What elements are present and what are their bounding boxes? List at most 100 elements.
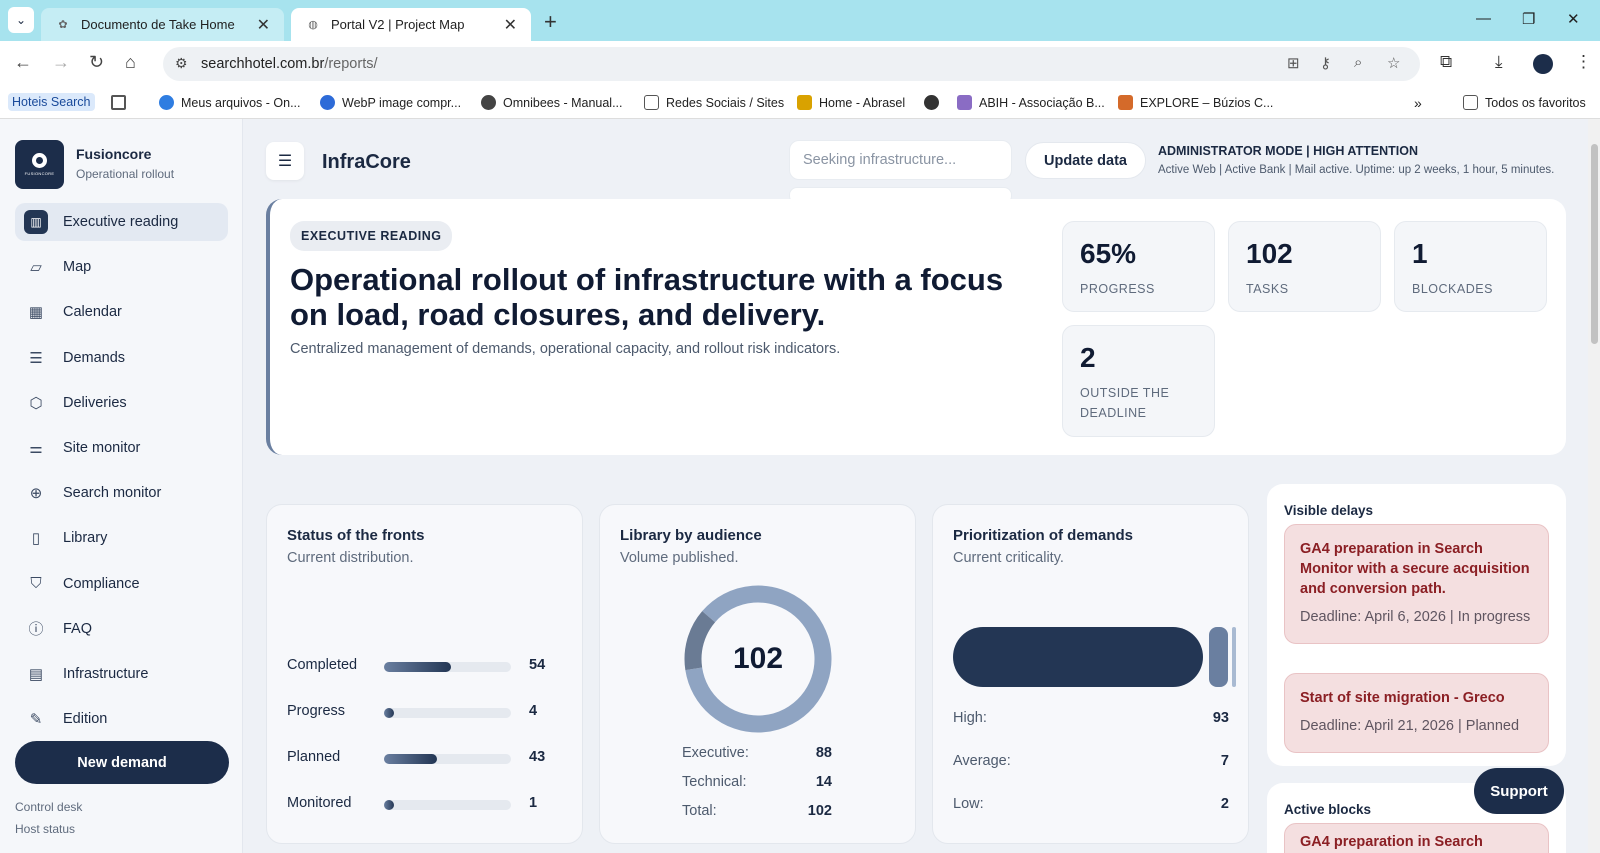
host-status-label: Host status xyxy=(15,822,76,836)
globe-icon[interactable] xyxy=(924,95,946,110)
new-tab-icon[interactable]: + xyxy=(544,9,557,35)
close-tab-icon[interactable]: ✕ xyxy=(257,15,270,35)
admin-mode-label: ADMINISTRATOR MODE | HIGH ATTENTION xyxy=(1158,144,1418,158)
search-plus-icon: ⊕ xyxy=(29,485,43,503)
audience-row: Executive: 88 xyxy=(682,745,832,761)
minimize-icon[interactable]: — xyxy=(1476,10,1491,27)
sidebar-item-edition[interactable]: ✎ Edition xyxy=(15,700,228,738)
app-title: InfraCore xyxy=(322,151,411,173)
card-title: Library by audience xyxy=(620,527,762,544)
all-bookmarks-folder[interactable]: Todos os favoritos xyxy=(1463,95,1586,110)
delay-item[interactable]: Start of site migration - Greco Deadline… xyxy=(1284,673,1549,753)
extensions-icon[interactable]: ⧉ xyxy=(1440,52,1452,72)
support-button[interactable]: Support xyxy=(1474,768,1564,814)
sidebar-item-search-monitor[interactable]: ⊕ Search monitor xyxy=(15,474,228,512)
browser-tab-1[interactable]: ✿ Documento de Take Home ✕ xyxy=(41,8,284,41)
sidebar-menu: ▥ Executive reading ▱ Map ▦ Calendar ☰ Deman… xyxy=(15,203,228,745)
site-info-icon[interactable]: ⚙ xyxy=(175,55,188,72)
browser-toolbar: ← → ↻ ⌂ ⚙ searchhotel.com.br/reports/ ⊞ … xyxy=(0,41,1600,88)
delay-item[interactable]: GA4 preparation in Search Monitor with a… xyxy=(1284,524,1549,644)
page-scrollbar[interactable] xyxy=(1588,119,1600,853)
openai-icon: ✿ xyxy=(58,19,68,31)
bookmark-item[interactable]: Meus arquivos - On... xyxy=(159,95,301,110)
sidebar-item-faq[interactable]: ⓘ FAQ xyxy=(15,610,228,648)
restore-icon[interactable]: ❐ xyxy=(1522,10,1535,28)
search-input[interactable]: Seeking infrastructure... xyxy=(789,140,1012,180)
close-tab-icon[interactable]: ✕ xyxy=(504,15,517,35)
download-icon[interactable]: ⤓ xyxy=(1495,52,1503,72)
kpi-blockades: 1 BLOCKADES xyxy=(1394,221,1547,312)
key-icon[interactable]: ⚷ xyxy=(1320,54,1331,72)
sidebar-item-deliveries[interactable]: ⬡ Deliveries xyxy=(15,384,228,422)
hamburger-menu-icon[interactable]: ☰ xyxy=(266,142,304,180)
brand: FUSIONCORE Fusioncore Operational rollou… xyxy=(15,140,174,189)
brand-subtitle: Operational rollout xyxy=(76,167,175,181)
priority-row: Low: 2 xyxy=(953,796,1229,812)
sidebar-item-site-monitor[interactable]: ⚌ Site monitor xyxy=(15,429,228,467)
executive-hero-card: EXECUTIVE READING Operational rollout of… xyxy=(266,199,1566,455)
progress-fill xyxy=(384,662,452,672)
browser-tab-2[interactable]: ◍ Portal V2 | Project Map ✕ xyxy=(291,8,531,41)
server-icon: ▤ xyxy=(28,665,44,683)
hero-subtitle: Centralized management of demands, opera… xyxy=(290,341,841,357)
priority-row: High: 93 xyxy=(953,710,1229,726)
bookmark-item[interactable]: EXPLORE – Búzios C... xyxy=(1118,95,1273,110)
bookmark-item[interactable]: Omnibees - Manual... xyxy=(481,95,623,110)
sidebar-item-demands[interactable]: ☰ Demands xyxy=(15,339,228,377)
home-icon[interactable]: ⌂ xyxy=(125,52,136,73)
priority-row: Average: 7 xyxy=(953,753,1229,769)
forward-icon[interactable]: → xyxy=(52,52,70,73)
reload-icon[interactable]: ↻ xyxy=(89,52,104,73)
update-data-button[interactable]: Update data xyxy=(1025,142,1146,179)
front-row: Monitored 1 xyxy=(287,795,538,811)
audience-row: Total: 102 xyxy=(682,803,832,819)
bookmark-item[interactable]: Hoteis Search xyxy=(8,93,95,111)
bookmark-item[interactable]: WebP image compr... xyxy=(320,95,461,110)
bookmark-folder[interactable]: Redes Sociais / Sites xyxy=(644,95,784,110)
bookmarks-bar: Hoteis Search Meus arquivos - On... WebP… xyxy=(0,88,1600,119)
new-demand-button[interactable]: New demand xyxy=(15,741,229,784)
sidebar-item-infrastructure[interactable]: ▤ Infrastructure xyxy=(15,655,228,693)
pen-icon: ✎ xyxy=(29,711,43,729)
back-icon[interactable]: ← xyxy=(14,52,32,73)
browser-tab-bar: ⌄ ✿ Documento de Take Home ✕ ◍ Portal V2… xyxy=(0,0,1600,41)
close-window-icon[interactable]: ✕ xyxy=(1567,10,1580,28)
book-icon: ▯ xyxy=(31,530,41,548)
card-title: Status of the fronts xyxy=(287,527,425,544)
sidebar-item-compliance[interactable]: ⛉ Compliance xyxy=(15,565,228,603)
card-subtitle: Current criticality. xyxy=(953,550,1064,566)
control-desk-label: Control desk xyxy=(15,800,83,814)
sliders-icon: ⚌ xyxy=(29,439,43,457)
sidebar-item-library[interactable]: ▯ Library xyxy=(15,519,228,557)
section-badge: EXECUTIVE READING xyxy=(290,221,453,251)
priority-bar-low xyxy=(1232,627,1236,687)
system-status-text: Active Web | Active Bank | Mail active. … xyxy=(1158,164,1555,176)
bookmark-item[interactable]: ABIH - Associação B... xyxy=(957,95,1105,110)
more-bookmarks-icon[interactable]: » xyxy=(1414,95,1422,111)
bookmark-star-icon[interactable]: ☆ xyxy=(1387,54,1400,72)
hero-headline: Operational rollout of infrastructure wi… xyxy=(290,262,1004,332)
shield-check-icon: ⬡ xyxy=(29,394,43,412)
front-row: Completed 54 xyxy=(287,657,546,673)
globe-icon: ◍ xyxy=(308,19,318,31)
apps-grid-icon[interactable] xyxy=(111,95,133,110)
translate-icon[interactable]: ⊞ xyxy=(1287,54,1300,72)
donut-center-total: 102 xyxy=(732,642,784,675)
calendar-icon: ▦ xyxy=(28,304,44,322)
panel-title: Visible delays xyxy=(1284,503,1374,518)
sidebar-item-calendar[interactable]: ▦ Calendar xyxy=(15,293,228,331)
bookmark-item[interactable]: Home - Abrasel xyxy=(797,95,905,110)
block-item[interactable]: GA4 preparation in Search xyxy=(1284,823,1549,853)
profile-avatar[interactable] xyxy=(1533,54,1553,74)
map-icon: ▱ xyxy=(30,259,42,277)
tab-search-button[interactable]: ⌄ xyxy=(8,7,34,33)
sidebar-item-executive-reading[interactable]: ▥ Executive reading xyxy=(15,203,228,241)
card-subtitle: Volume published. xyxy=(620,550,739,566)
address-bar[interactable]: ⚙ searchhotel.com.br/reports/ ⊞ ⚷ ⌕ ☆ xyxy=(163,47,1420,81)
priority-bar-high xyxy=(953,627,1203,687)
menu-kebab-icon[interactable]: ⋮ xyxy=(1575,52,1592,72)
sidebar-item-map[interactable]: ▱ Map xyxy=(15,248,228,286)
zoom-icon[interactable]: ⌕ xyxy=(1354,54,1362,71)
shield-icon: ⛉ xyxy=(30,575,42,592)
url-path: /reports/ xyxy=(324,56,378,72)
